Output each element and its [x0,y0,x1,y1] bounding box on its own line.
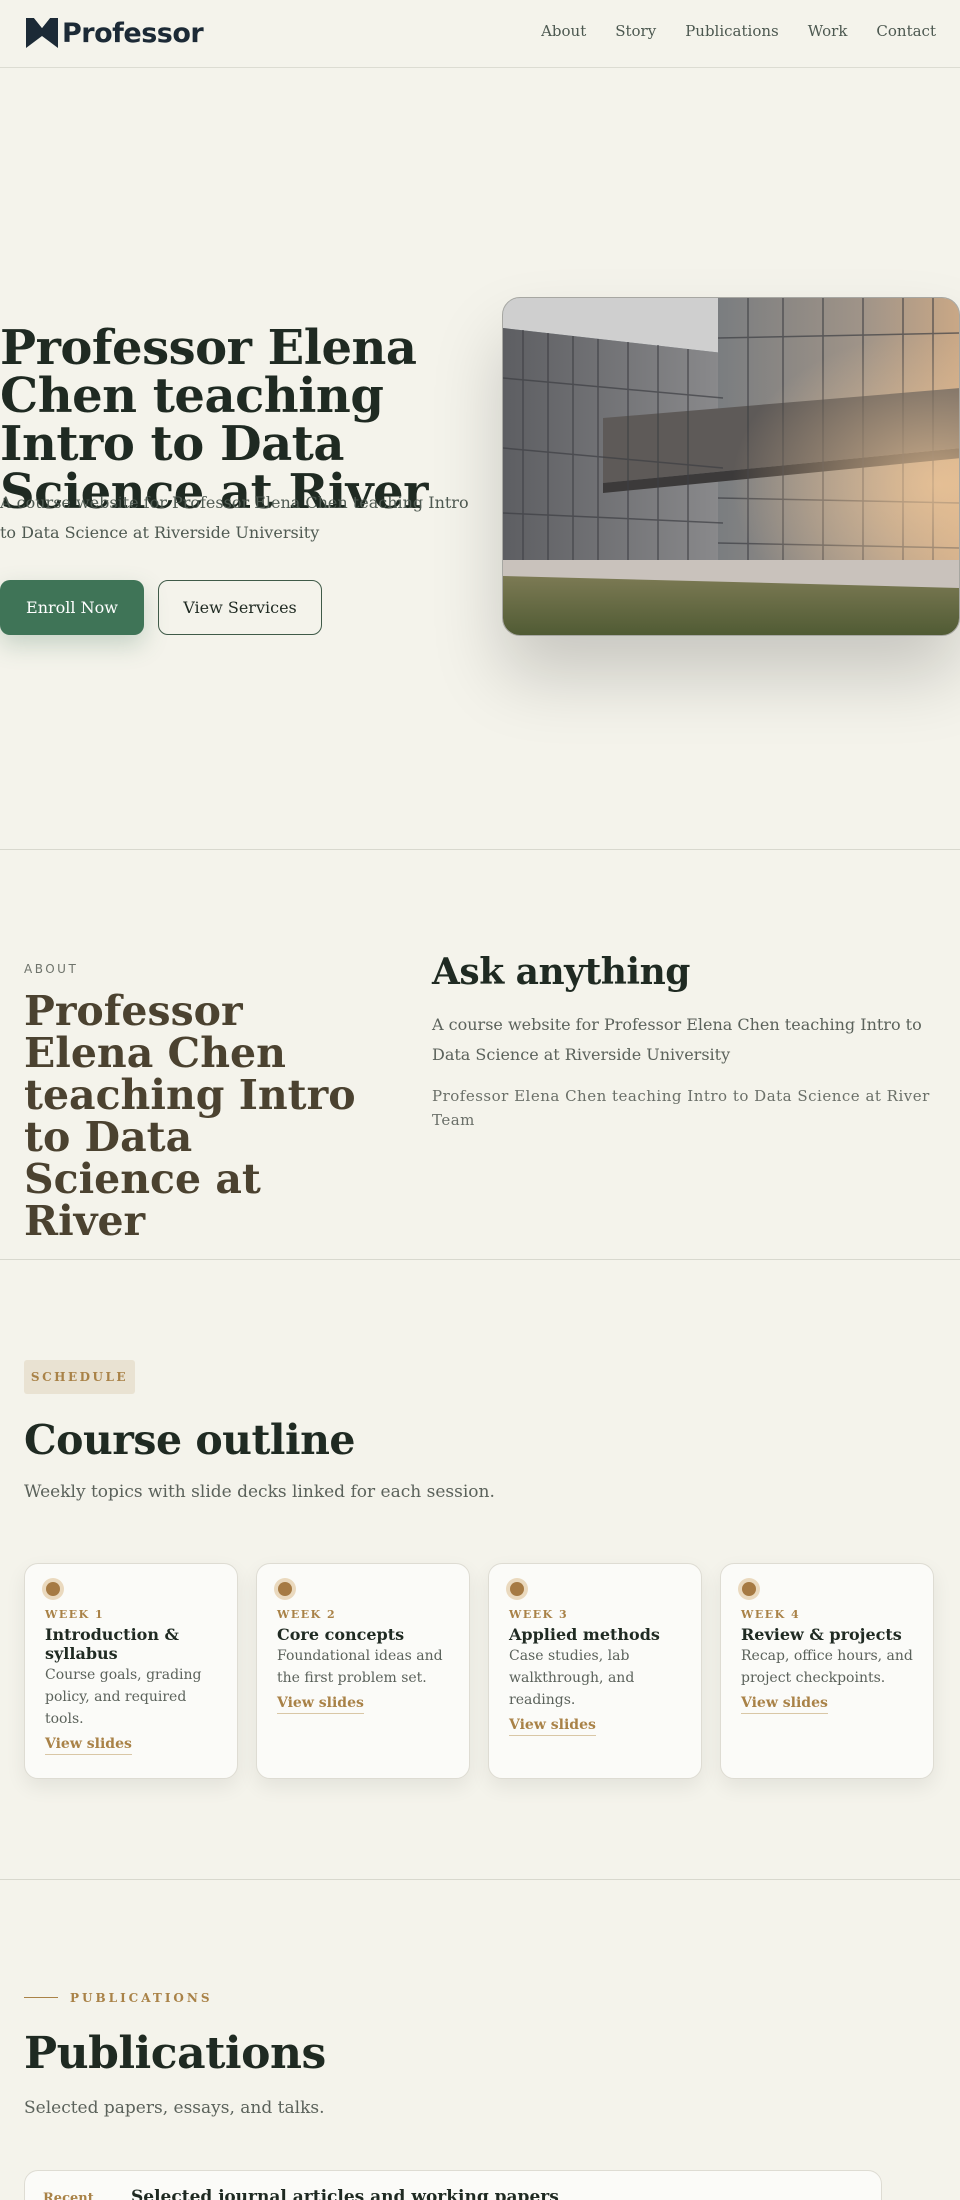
week-label: WEEK 1 [45,1608,105,1621]
ask-anything-title: Ask anything [432,951,690,993]
week-label: WEEK 4 [741,1608,801,1621]
schedule-badge: SCHEDULE [24,1360,135,1394]
week-title: Review & projects [741,1625,902,1644]
week-label: WEEK 3 [509,1608,569,1621]
schedule-subtitle: Weekly topics with slide decks linked fo… [24,1482,495,1502]
publication-tag: Recent [43,2191,94,2200]
nav-link-contact[interactable]: Contact [876,22,936,40]
publications-title: Publications [24,2028,326,2079]
timeline-dot-icon [46,1582,60,1596]
week-description: Course goals, grading policy, and requir… [45,1667,202,1727]
week-card: WEEK 4 Review & projects Recap, office h… [720,1563,934,1779]
brand-logo[interactable]: Professor [24,16,204,50]
section-divider [0,1879,960,1880]
publication-title: Selected journal articles and working pa… [131,2187,559,2200]
team-signature: Professor Elena Chen teaching Intro to D… [432,1087,930,1129]
nav-link-publications[interactable]: Publications [685,22,779,40]
week-title: Core concepts [277,1625,405,1644]
timeline-dot-icon [742,1582,756,1596]
enroll-now-button[interactable]: Enroll Now [0,580,144,635]
week-title: Applied methods [509,1625,660,1644]
week-title: Introduction & syllabus [45,1625,179,1663]
about-eyebrow: ABOUT [24,962,79,976]
brand-name: Professor [62,17,204,49]
view-slides-link[interactable]: View slides [45,1736,132,1755]
week-card: WEEK 2 Core concepts Foundational ideas … [256,1563,470,1779]
publication-item[interactable]: Recent Selected journal articles and wor… [24,2170,882,2200]
hero-subtitle: A course website for Professor Elena Che… [0,493,469,542]
publications-subtitle: Selected papers, essays, and talks. [24,2098,325,2118]
view-slides-link[interactable]: View slides [741,1695,828,1714]
week-card: WEEK 1 Introduction & syllabus Course go… [24,1563,238,1779]
top-navbar: Professor About Story Publications Work … [0,0,960,68]
week-description: Case studies, lab walkthrough, and readi… [509,1648,635,1708]
logo-icon [26,18,58,48]
section-divider [0,849,960,850]
view-slides-link[interactable]: View slides [277,1695,364,1714]
schedule-title: Course outline [24,1416,355,1464]
view-slides-link[interactable]: View slides [509,1717,596,1736]
timeline-dot-icon [510,1582,524,1596]
modern-building-photo-icon [503,298,959,635]
hero-image [502,297,960,636]
week-label: WEEK 2 [277,1608,337,1621]
section-divider [0,1259,960,1260]
nav-link-story[interactable]: Story [615,22,656,40]
view-services-button[interactable]: View Services [158,580,322,635]
nav-links: About Story Publications Work Contact [541,22,936,40]
week-card: WEEK 3 Applied methods Case studies, lab… [488,1563,702,1779]
eyebrow-line [24,1997,58,1998]
nav-link-work[interactable]: Work [808,22,848,40]
about-title: Professor Elena Chen teaching Intro to D… [24,987,356,1245]
week-description: Foundational ideas and the first problem… [277,1648,443,1686]
publications-eyebrow: PUBLICATIONS [70,1991,213,2005]
ask-anything-text: A course website for Professor Elena Che… [432,1015,922,1064]
week-description: Recap, office hours, and project checkpo… [741,1648,913,1686]
timeline-dot-icon [278,1582,292,1596]
nav-link-about[interactable]: About [541,22,586,40]
